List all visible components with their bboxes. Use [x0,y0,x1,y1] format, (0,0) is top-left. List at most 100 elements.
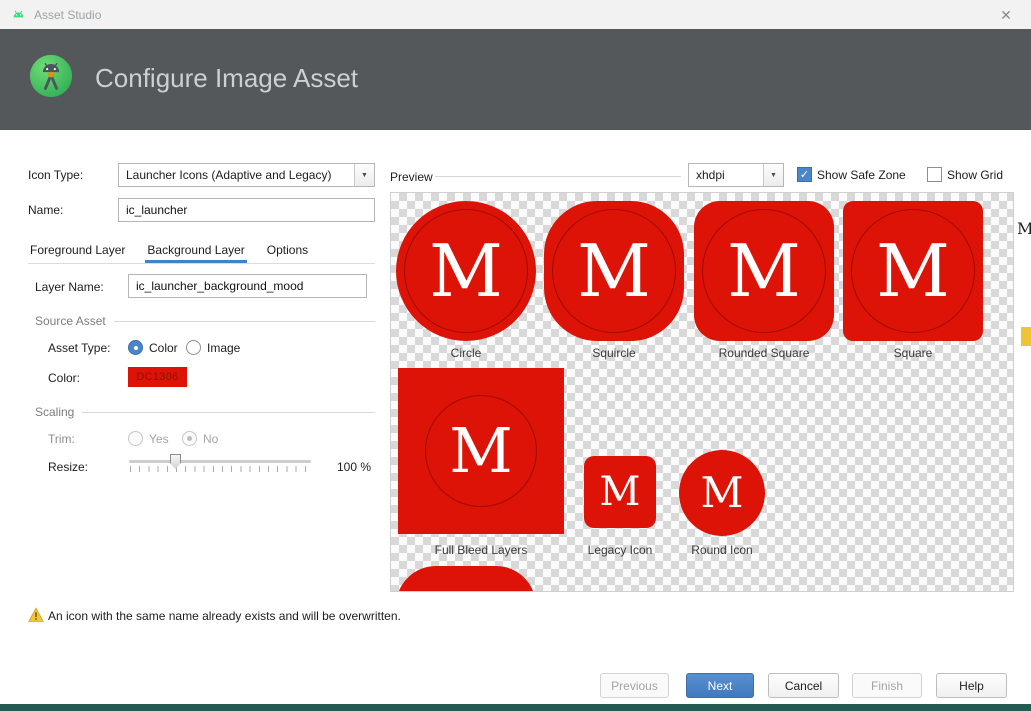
icon-letter: M [700,468,744,517]
trim-label: Trim: [48,432,75,446]
shape-label-squircle: Squircle [592,346,636,360]
preview-icon-round: M [679,450,765,536]
tab-foreground-layer[interactable]: Foreground Layer [28,239,127,263]
density-dropdown[interactable]: xhdpi ▼ [688,163,784,187]
icon-letter: M [727,229,801,313]
shape-label-full-bleed: Full Bleed Layers [434,543,528,557]
image-radio[interactable] [186,340,201,355]
window-title: Asset Studio [34,8,102,22]
show-grid-label[interactable]: Show Grid [947,168,1003,182]
previous-button-label: Previous [611,678,658,693]
preview-icon-rounded-square: M [694,201,834,341]
background-window-marker [1021,327,1031,346]
preview-canvas: M M M M Circle Squircle Rounded Square S… [390,192,1014,592]
layer-name-input[interactable]: ic_launcher_background_mood [128,274,367,298]
asset-studio-dialog: Asset Studio ✕ Configure Image Asset Ico… [0,0,1031,711]
density-value: xhdpi [696,168,725,182]
layer-name-label: Layer Name: [35,280,104,294]
name-input[interactable]: ic_launcher [118,198,375,222]
warning-message: An icon with the same name already exist… [48,609,401,623]
help-button[interactable]: Help [936,673,1007,698]
color-hex-value: DC1306 [136,371,179,383]
trim-yes-label: Yes [149,431,169,446]
image-radio-label[interactable]: Image [207,341,240,355]
name-label: Name: [28,203,64,217]
slider-ticks [130,466,312,472]
icon-letter: M [876,229,950,313]
shape-label-circle: Circle [450,346,482,360]
trim-no-label: No [203,431,219,446]
color-swatch[interactable]: DC1306 [128,367,187,387]
chevron-down-icon: ▼ [763,164,783,186]
scaling-section: Scaling [35,405,375,419]
check-icon: ✓ [799,169,810,181]
preview-label: Preview [390,170,433,184]
trim-no-radio [182,431,197,446]
warning-icon [28,607,44,622]
finish-button-label: Finish [870,678,903,693]
shape-label-square: Square [893,346,933,360]
tab-background-layer[interactable]: Background Layer [145,239,247,263]
preview-icon-circle: M [396,201,536,341]
preview-icon-partial [396,566,536,591]
icon-letter: M [449,414,513,487]
color-label: Color: [48,371,81,385]
trim-yes-radio [128,431,143,446]
slider-track[interactable] [129,460,311,463]
source-asset-section: Source Asset [35,314,375,328]
cancel-button-label: Cancel [784,678,823,693]
source-asset-section-title: Source Asset [35,314,106,328]
color-radio[interactable] [128,340,143,355]
section-divider [113,320,375,322]
chevron-down-icon: ▼ [354,164,374,186]
window-titlebar: Asset Studio ✕ [0,0,1031,29]
previous-button: Previous [600,673,669,698]
show-safe-zone-label[interactable]: Show Safe Zone [817,168,906,182]
layer-tabs: Foreground Layer Background Layer Option… [28,239,375,264]
preview-divider [435,176,681,177]
shape-label-rounded-square: Rounded Square [718,346,810,360]
section-divider [82,411,375,413]
next-button-label: Next [707,678,733,693]
resize-percent-value: 100 % [337,460,372,474]
background-statusbar [0,704,1031,711]
preview-icon-squircle: M [544,201,684,341]
close-icon: ✕ [1000,6,1012,23]
show-grid-option: Show Grid [927,167,1003,182]
resize-slider[interactable] [128,453,312,475]
icon-type-label: Icon Type: [28,168,84,182]
name-value: ic_launcher [126,203,188,217]
asset-type-image-option: Image [186,340,240,355]
preview-icon-square: M [843,201,983,341]
icon-type-value: Launcher Icons (Adaptive and Legacy) [126,168,332,182]
help-button-label: Help [959,678,984,693]
android-logo-icon [13,10,24,18]
image-asset-wizard-icon [29,54,73,98]
background-window-text: M [1017,219,1031,238]
show-safe-zone-checkbox[interactable]: ✓ [797,167,812,182]
color-radio-label[interactable]: Color [149,341,178,355]
icon-type-dropdown[interactable]: Launcher Icons (Adaptive and Legacy) ▼ [118,163,375,187]
wizard-header: Configure Image Asset [0,29,1031,130]
icon-letter: M [599,469,641,515]
shape-label-round: Round Icon [691,543,753,557]
icon-letter: M [577,229,651,313]
show-grid-checkbox[interactable] [927,167,942,182]
show-safe-zone-option: ✓ Show Safe Zone [797,167,906,182]
asset-type-label: Asset Type: [48,341,111,355]
finish-button: Finish [852,673,922,698]
tab-options[interactable]: Options [265,239,310,263]
scaling-section-title: Scaling [35,405,75,419]
icon-letter: M [429,229,503,313]
close-button[interactable]: ✕ [992,4,1020,26]
cancel-button[interactable]: Cancel [768,673,839,698]
resize-label: Resize: [48,460,89,474]
preview-icon-legacy: M [584,456,656,528]
layer-name-value: ic_launcher_background_mood [136,279,304,293]
asset-type-color-option: Color [128,340,178,355]
preview-icon-full-bleed: M [398,368,564,534]
trim-no-option: No [182,431,218,446]
next-button[interactable]: Next [686,673,754,698]
page-title: Configure Image Asset [95,63,359,93]
trim-yes-option: Yes [128,431,169,446]
